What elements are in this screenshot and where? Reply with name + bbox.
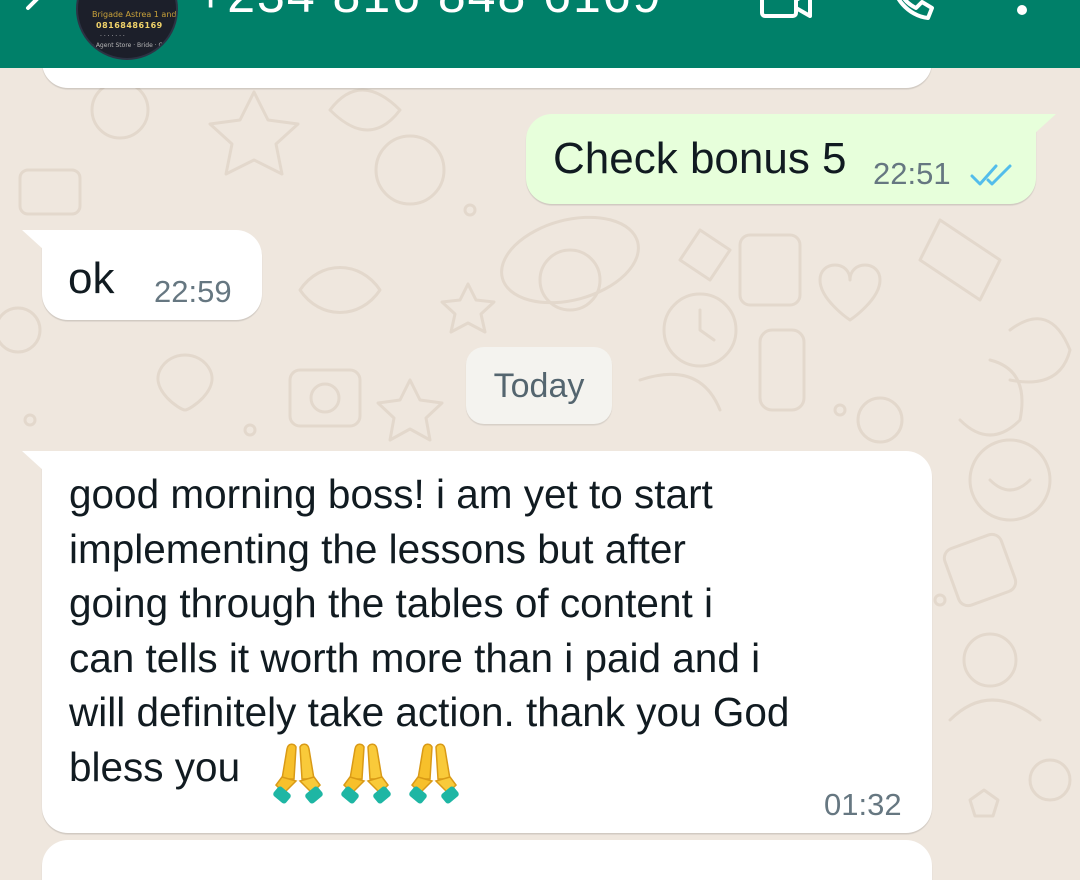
chat-header: Brigade Astrea 1 and 08168486169 · · · ·…	[0, 0, 1080, 68]
bubble-tail	[22, 230, 44, 250]
date-separator-label: Today	[493, 367, 585, 405]
video-call-icon[interactable]	[758, 0, 814, 22]
next-message-bubble[interactable]	[42, 840, 932, 880]
avatar-phone-text: 08168486169	[96, 21, 163, 30]
message-time: 22:51	[873, 156, 951, 191]
avatar-text-line: Brigade Astrea 1 and	[92, 10, 177, 19]
incoming-message[interactable]: good morning boss! i am yet to start imp…	[22, 451, 932, 833]
avatar[interactable]: Brigade Astrea 1 and 08168486169 · · · ·…	[76, 0, 178, 60]
message-text: Check bonus 5	[553, 134, 847, 183]
bubble-tail	[22, 451, 44, 471]
avatar-text-line: · Agent Store · Bride · Online	[92, 42, 178, 49]
folded-hands-icon	[409, 743, 459, 804]
back-arrow-icon[interactable]	[18, 0, 58, 26]
double-check-icon	[970, 164, 1012, 186]
date-separator: Today	[466, 347, 612, 424]
bubble-tail	[1034, 114, 1056, 134]
folded-hands-icon	[273, 743, 323, 804]
message-time: 01:32	[824, 787, 902, 822]
emoji-row	[270, 741, 470, 807]
incoming-message[interactable]: ok 22:59	[22, 230, 262, 320]
message-time: 22:59	[154, 274, 232, 309]
voice-call-icon[interactable]	[888, 0, 936, 22]
message-text: ok	[68, 254, 115, 303]
outgoing-message[interactable]: Check bonus 5 22:51	[526, 114, 1056, 204]
folded-hands-icon	[341, 743, 391, 804]
more-options-icon[interactable]	[1014, 0, 1030, 22]
message-text: good morning boss! i am yet to start imp…	[69, 471, 790, 790]
avatar-text-line: · · · · · · ·	[100, 33, 125, 40]
contact-name[interactable]: +234 816 848 6169	[196, 0, 662, 24]
